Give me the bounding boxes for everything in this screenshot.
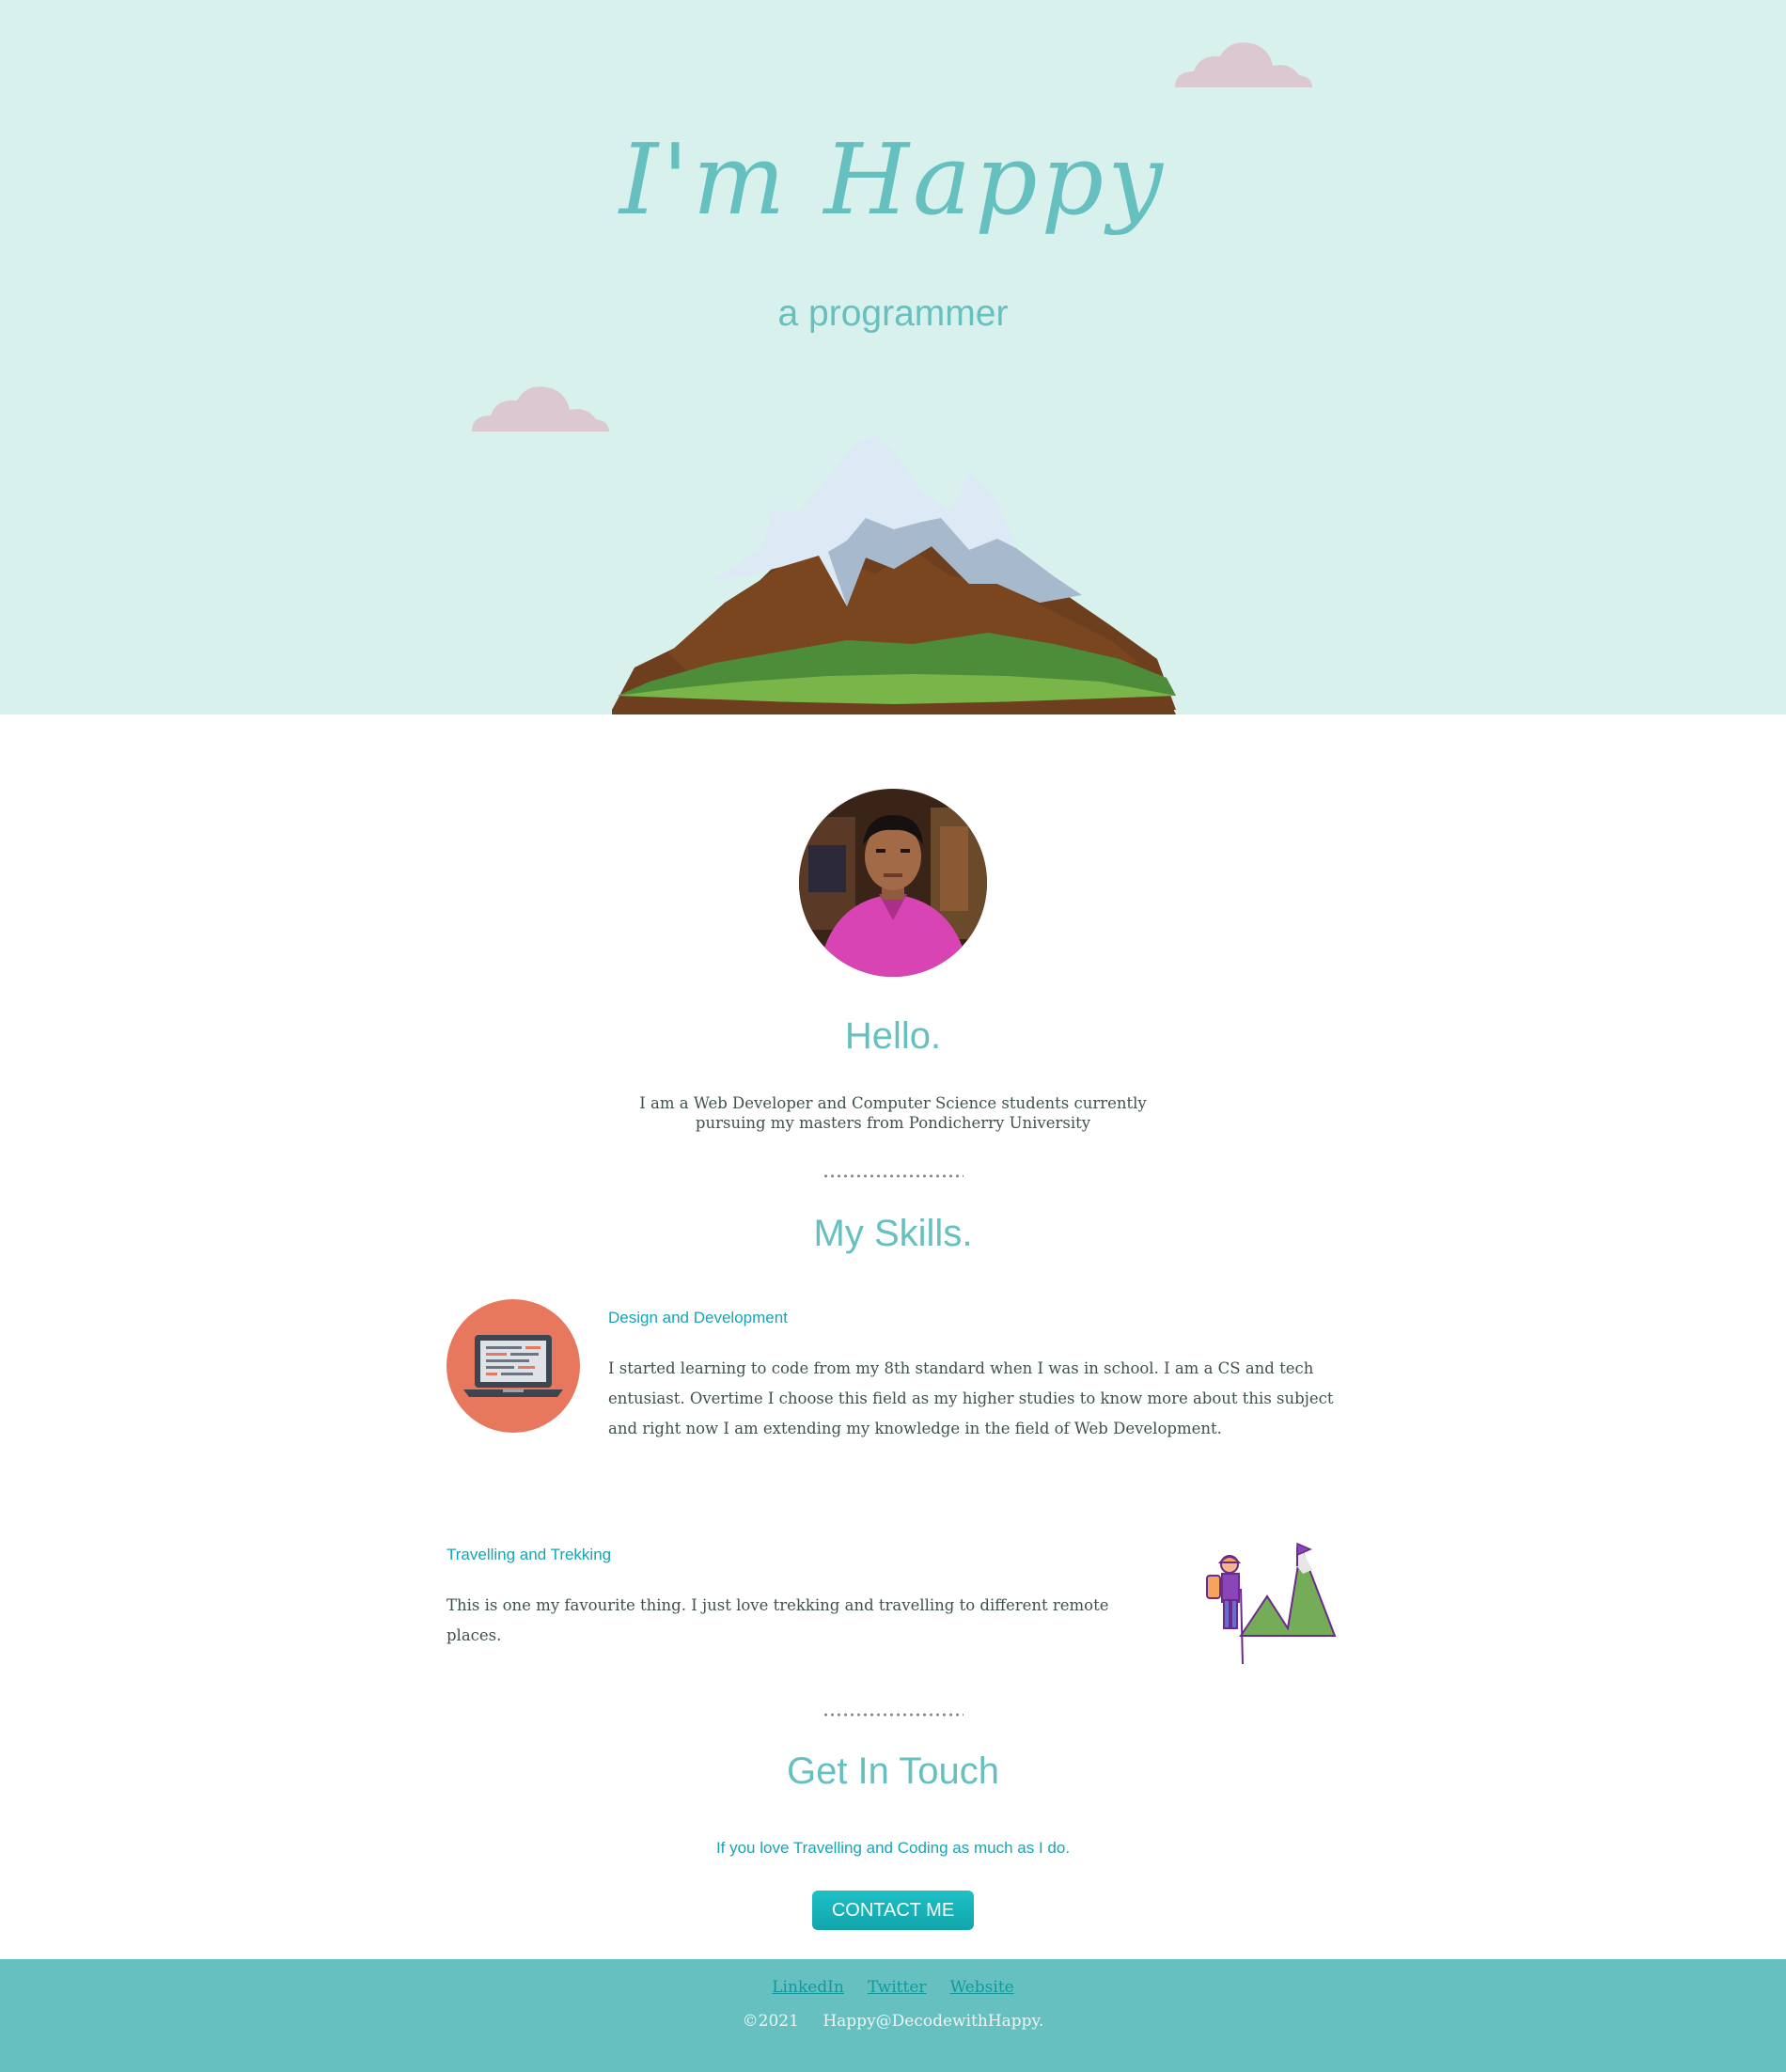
twitter-link[interactable]: Twitter: [868, 1978, 927, 1997]
skill-text-design: I started learning to code from my 8th s…: [608, 1359, 1334, 1437]
mountain-illustration: [612, 435, 1176, 714]
content-section: Hello. I am a Web Developer and Computer…: [0, 714, 1786, 1959]
dotted-divider: [822, 1174, 964, 1178]
top-section: I'm Happy a programmer: [0, 0, 1786, 714]
copyright-owner: Happy@DecodewithHappy.: [822, 2012, 1044, 2031]
skills-heading: My Skills.: [813, 1213, 973, 1254]
profile-avatar: [799, 789, 987, 977]
contact-subtext: If you love Travelling and Coding as muc…: [715, 1839, 1071, 1857]
dotted-divider: [822, 1713, 964, 1717]
contact-me-button[interactable]: CONTACT ME: [812, 1891, 974, 1930]
page-title: I'm Happy: [619, 122, 1167, 237]
contact-heading: Get In Touch: [786, 1750, 1000, 1792]
skill-text-travel: This is one my favourite thing. I just l…: [446, 1596, 1109, 1644]
intro-text: I am a Web Developer and Computer Scienc…: [639, 1094, 1147, 1132]
copyright-year: ©2021: [742, 2012, 799, 2031]
page-subtitle: a programmer: [777, 293, 1009, 334]
skill-title-design: Design and Development: [608, 1309, 788, 1326]
website-link[interactable]: Website: [950, 1978, 1014, 1997]
hello-heading: Hello.: [844, 1015, 942, 1057]
footer-links: LinkedIn Twitter Website: [0, 1978, 1786, 1997]
linkedin-link[interactable]: LinkedIn: [772, 1978, 844, 1997]
laptop-icon: [446, 1299, 580, 1433]
copyright: ©2021 Happy@DecodewithHappy.: [0, 2012, 1786, 2031]
footer: LinkedIn Twitter Website ©2021 Happy@Dec…: [0, 1959, 1786, 2072]
profile-photo: [799, 789, 987, 977]
hiker-mountain-icon: [1206, 1542, 1337, 1665]
skill-title-travel: Travelling and Trekking: [446, 1546, 612, 1563]
cloud-icon: [472, 386, 609, 432]
cloud-icon: [1175, 42, 1312, 87]
